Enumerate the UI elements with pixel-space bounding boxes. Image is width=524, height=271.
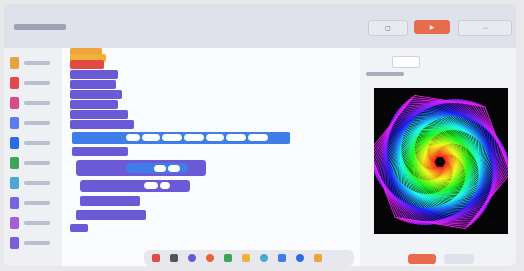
app-icon[interactable] <box>224 254 232 262</box>
category-label <box>24 181 50 185</box>
category-label <box>24 121 50 125</box>
category-item[interactable] <box>10 234 60 252</box>
status-label <box>444 254 474 264</box>
category-color-icon <box>10 177 19 189</box>
code-workspace[interactable] <box>62 48 412 266</box>
app-icon[interactable] <box>242 254 250 262</box>
tab-output[interactable] <box>392 56 420 68</box>
code-block[interactable] <box>70 100 118 109</box>
category-item[interactable] <box>10 74 60 92</box>
code-block[interactable] <box>70 70 118 79</box>
category-label <box>24 101 50 105</box>
block-category-palette <box>4 48 63 266</box>
code-block[interactable] <box>76 210 146 220</box>
category-label <box>24 221 50 225</box>
app-icon[interactable] <box>206 254 214 262</box>
category-label <box>24 61 50 65</box>
app-icon[interactable] <box>170 254 178 262</box>
block-input[interactable] <box>184 134 204 141</box>
category-label <box>24 81 50 85</box>
category-color-icon <box>10 97 19 109</box>
category-label <box>24 161 50 165</box>
save-icon: ▢ <box>385 24 391 32</box>
category-item[interactable] <box>10 154 60 172</box>
block-input[interactable] <box>144 182 158 189</box>
app-icon[interactable] <box>188 254 196 262</box>
block-input[interactable] <box>126 134 140 141</box>
more-icon: ⋯ <box>482 24 488 32</box>
tab-console[interactable] <box>366 56 388 66</box>
block-input[interactable] <box>160 182 170 189</box>
category-item[interactable] <box>10 114 60 132</box>
code-block[interactable] <box>72 147 128 156</box>
category-item[interactable] <box>10 174 60 192</box>
app-icon[interactable] <box>314 254 322 262</box>
taskbar <box>144 250 354 266</box>
category-color-icon <box>10 77 19 89</box>
code-block[interactable] <box>70 120 134 129</box>
code-block[interactable] <box>70 224 88 232</box>
category-item[interactable] <box>10 134 60 152</box>
app-icon[interactable] <box>152 254 160 262</box>
run-button[interactable]: ▶ <box>414 20 450 34</box>
code-block[interactable] <box>70 60 104 69</box>
app-icon[interactable] <box>260 254 268 262</box>
code-block[interactable] <box>80 196 140 206</box>
block-input[interactable] <box>162 134 182 141</box>
save-button[interactable]: ▢ <box>368 20 408 36</box>
category-color-icon <box>10 237 19 249</box>
block-input[interactable] <box>168 165 180 172</box>
category-item[interactable] <box>10 214 60 232</box>
category-color-icon <box>10 117 19 129</box>
category-label <box>24 201 50 205</box>
top-bar: ▢ ▶ ⋯ <box>4 4 516 48</box>
more-button[interactable]: ⋯ <box>458 20 512 36</box>
status-button[interactable] <box>408 254 436 264</box>
block-input[interactable] <box>206 134 224 141</box>
app-title <box>14 24 66 30</box>
block-input[interactable] <box>154 165 166 172</box>
app-icon[interactable] <box>278 254 286 262</box>
block-input[interactable] <box>226 134 246 141</box>
code-block[interactable] <box>80 180 190 192</box>
output-panel <box>360 48 516 266</box>
category-color-icon <box>10 157 19 169</box>
spiral-drawing <box>369 94 511 230</box>
code-block[interactable] <box>70 80 116 89</box>
app-window: ▢ ▶ ⋯ <box>4 4 516 266</box>
block-input[interactable] <box>142 134 160 141</box>
category-item[interactable] <box>10 194 60 212</box>
category-label <box>24 141 50 145</box>
category-color-icon <box>10 217 19 229</box>
category-color-icon <box>10 57 19 69</box>
category-label <box>24 241 50 245</box>
block-input[interactable] <box>248 134 268 141</box>
code-block[interactable] <box>70 90 122 99</box>
category-item[interactable] <box>10 94 60 112</box>
output-label <box>366 72 404 76</box>
category-color-icon <box>10 197 19 209</box>
play-icon: ▶ <box>429 23 435 31</box>
app-icon[interactable] <box>296 254 304 262</box>
code-block[interactable] <box>70 110 128 119</box>
turtle-canvas <box>369 88 511 234</box>
category-color-icon <box>10 137 19 149</box>
category-item[interactable] <box>10 54 60 72</box>
